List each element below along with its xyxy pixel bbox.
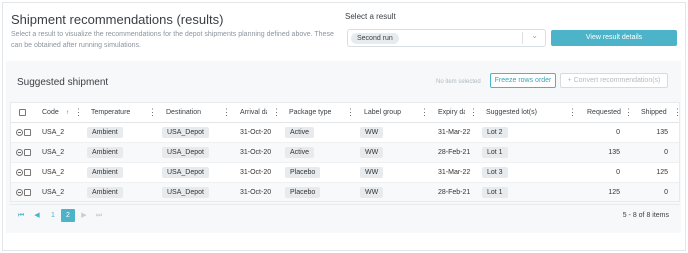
page-button-1[interactable]: 1 [46,209,60,222]
cell-shipped: 0 [664,149,668,156]
previous-page-icon[interactable]: ◀ [30,209,44,222]
result-select[interactable]: Second run ⌄ [347,29,546,47]
page-button-2[interactable]: 2 [61,209,75,222]
cell-expiry: 31-Mar-22 [438,169,471,176]
column-menu-icon[interactable]: ⋮ [673,103,679,122]
expand-row-icon[interactable] [16,129,23,136]
cell-destination: USA_Depot [162,187,209,198]
column-menu-icon[interactable]: ⋮ [469,103,478,122]
column-menu-icon[interactable]: ⋮ [568,103,577,122]
freeze-rows-order-button[interactable]: Freeze rows order [490,73,556,88]
cell-label-group: WW [360,187,384,198]
convert-recommendations-button[interactable]: + Convert recommendation(s) [560,73,668,88]
cell-shipped: 125 [656,169,668,176]
column-header-arrival[interactable]: Arrival da [240,103,267,123]
selected-result-chip: Second run [351,33,399,44]
cell-temperature: Ambient [87,147,123,158]
cell-package-type: Placebo [285,167,321,178]
cell-package-type: Placebo [285,187,321,198]
expand-row-icon[interactable] [16,169,23,176]
column-header-temperature[interactable]: Temperature [91,103,130,123]
column-menu-icon[interactable]: ⋮ [346,103,355,122]
chevron-down-icon[interactable]: ⌄ [531,31,538,40]
cell-requested: 0 [616,169,620,176]
next-page-icon[interactable]: ▶ [77,209,91,222]
cell-destination: USA_Depot [162,167,209,178]
table-header: Code ↑ ⋮ Temperature ⋮ Destination ⋮ Arr… [11,103,679,123]
sort-arrow-icon[interactable]: ↑ [66,103,69,123]
column-header-destination[interactable]: Destination [166,103,201,123]
cell-suggested-lots: Lot 1 [482,147,508,158]
cell-code: USA_2 [42,189,65,196]
cell-requested: 0 [616,129,620,136]
row-checkbox[interactable] [24,189,31,196]
cell-shipped: 0 [664,189,668,196]
cell-code: USA_2 [42,149,65,156]
cell-label-group: WW [360,147,384,158]
cell-arrival: 31-Oct-20 [240,149,272,156]
cell-requested: 125 [608,189,620,196]
cell-destination: USA_Depot [162,147,209,158]
column-menu-icon[interactable]: ⋮ [272,103,281,122]
cell-shipped: 135 [656,129,668,136]
cell-arrival: 31-Oct-20 [240,189,272,196]
cell-arrival: 31-Oct-20 [240,169,272,176]
pagination-bar: ⏮ ◀ 1 2 ▶ ⏭ 5 - 8 of 8 items [10,204,680,224]
cell-destination: USA_Depot [162,127,209,138]
column-menu-icon[interactable]: ⋮ [624,103,633,122]
table-row[interactable]: USA_2 Ambient USA_Depot 31-Oct-20 Placebo WW 2… [11,183,679,201]
cell-label-group: WW [360,167,384,178]
table-row[interactable]: USA_2 Ambient USA_Depot 31-Oct-20 Active WW 31… [11,123,679,143]
cell-expiry: 28-Feb-21 [438,189,471,196]
view-result-details-button[interactable]: View result details [551,30,677,46]
cell-expiry: 28-Feb-21 [438,149,471,156]
cell-package-type: Active [285,127,315,138]
column-header-shipped[interactable]: Shipped [641,103,667,123]
expand-row-icon[interactable] [16,189,23,196]
column-menu-icon[interactable]: ⋮ [420,103,429,122]
shipments-table: Code ↑ ⋮ Temperature ⋮ Destination ⋮ Arr… [10,102,680,202]
cell-package-type: Active [285,147,315,158]
column-header-requested[interactable]: Requested [587,103,621,123]
column-menu-icon[interactable]: ⋮ [148,103,157,122]
cell-arrival: 31-Oct-20 [240,129,272,136]
first-page-icon[interactable]: ⏮ [14,209,28,222]
column-header-suggested-lots[interactable]: Suggested lot(s) [486,103,537,123]
cell-code: USA_2 [42,169,65,176]
selection-status: No item selected [436,79,481,85]
cell-temperature: Ambient [87,167,123,178]
cell-code: USA_2 [42,129,65,136]
table-row[interactable]: USA_2 Ambient USA_Depot 31-Oct-20 Active WW 28… [11,143,679,163]
column-menu-icon[interactable]: ⋮ [74,103,83,122]
page-title: Shipment recommendations (results) [11,12,224,27]
result-select-label: Select a result [345,12,396,21]
cell-suggested-lots: Lot 2 [482,127,508,138]
column-header-code[interactable]: Code [42,103,59,123]
row-checkbox[interactable] [24,129,31,136]
table-row[interactable]: USA_2 Ambient USA_Depot 31-Oct-20 Placebo WW 3… [11,163,679,183]
column-header-label-group[interactable]: Label group [364,103,401,123]
column-header-expiry[interactable]: Expiry da [438,103,465,123]
cell-temperature: Ambient [87,127,123,138]
column-menu-icon[interactable]: ⋮ [222,103,231,122]
row-checkbox[interactable] [24,169,31,176]
cell-requested: 135 [608,149,620,156]
expand-row-icon[interactable] [16,149,23,156]
last-page-icon[interactable]: ⏭ [92,209,106,222]
cell-temperature: Ambient [87,187,123,198]
row-checkbox[interactable] [24,149,31,156]
select-all-checkbox[interactable] [19,109,26,116]
cell-suggested-lots: Lot 3 [482,167,508,178]
suggested-shipment-title: Suggested shipment [17,77,109,88]
cell-label-group: WW [360,127,384,138]
page-description: Select a result to visualize the recomme… [11,31,334,49]
select-divider [522,32,523,44]
cell-expiry: 31-Mar-22 [438,129,471,136]
column-header-package-type[interactable]: Package type [289,103,331,123]
pagination-summary: 5 - 8 of 8 items [622,212,669,219]
cell-suggested-lots: Lot 1 [482,187,508,198]
